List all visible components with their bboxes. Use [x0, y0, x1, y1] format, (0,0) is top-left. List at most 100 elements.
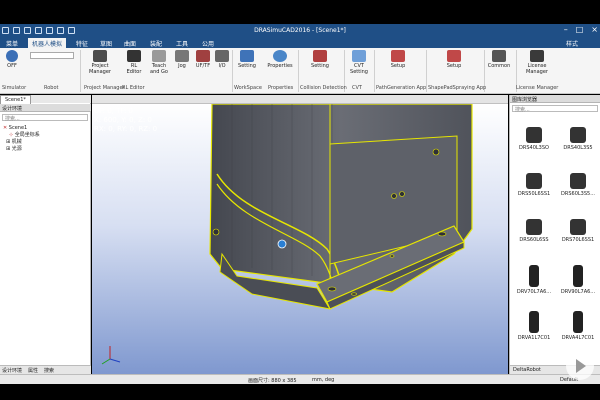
jog-button[interactable]: Jog — [174, 50, 190, 69]
title-bar: DRASimuCAD2016 - [Scene1*] – □ × — [0, 24, 600, 37]
library-item[interactable]: DRV90L7A6... — [556, 265, 600, 295]
common-icon — [492, 50, 506, 62]
vertical-robot-icon — [529, 311, 539, 333]
group-robot: Robot — [44, 85, 59, 91]
license-icon — [530, 50, 544, 62]
group-simulator: Simulator — [2, 85, 27, 91]
group-license-manager: License Manager — [516, 85, 559, 91]
library-item[interactable]: DRS40L3S5 — [556, 127, 600, 151]
properties-button[interactable]: Properties — [266, 50, 294, 69]
design-environment-panel: Scene1* 设计环境 搜索... ✕ Scene1 ⊹ 全局坐标系 ⊞ 机械… — [0, 95, 91, 374]
tab-design-environment[interactable]: 设计环境 — [2, 367, 22, 374]
io-button[interactable]: I/O — [215, 50, 229, 69]
rotation-readout: RX: 0, RY: 0, RZ: 0 — [94, 125, 158, 133]
left-panel-tabs: 设计环境 属性 搜索 — [0, 365, 91, 374]
group-collision-detection: Collision Detection — [300, 85, 347, 91]
ribbon-toolbar: OFF Project Manager RL Editor Teach and … — [0, 48, 600, 94]
library-item[interactable]: DRVA4L7C01 — [556, 311, 600, 341]
project-manager-button[interactable]: Project Manager — [86, 50, 114, 75]
teach-and-go-button[interactable]: Teach and Go — [148, 50, 170, 75]
library-browser-panel: 图库浏览器 搜索... DRS40L3SO DRS40L3S5 DRS50L6S… — [509, 95, 600, 374]
power-icon — [6, 50, 18, 62]
tree-item-light[interactable]: ⊞ 光源 — [3, 146, 40, 153]
robot-model-render — [101, 104, 473, 365]
status-canvas-size: 画面尺寸: 880 x 385 — [248, 378, 297, 384]
collision-setting-icon — [313, 50, 327, 62]
robot-select[interactable] — [30, 52, 74, 59]
play-icon — [576, 359, 586, 373]
cvt-setting-button[interactable]: CVT Setting — [348, 50, 370, 75]
style-menu[interactable]: 样式 — [566, 39, 578, 48]
teach-icon — [152, 50, 166, 62]
spray-setup-icon — [447, 50, 461, 62]
axis-triad — [101, 346, 121, 365]
jog-icon — [175, 50, 189, 62]
video-letterbox-bottom — [0, 384, 600, 400]
position-readout: X: 600, Y: 0, Z: 0 — [94, 116, 152, 124]
spray-setup-button[interactable]: Setup — [444, 50, 464, 69]
path-setup-icon — [391, 50, 405, 62]
ribbon-separator — [232, 50, 233, 92]
group-cvt: CVT — [352, 85, 362, 91]
tree-item-global-frame[interactable]: ⊹ 全局坐标系 — [3, 132, 40, 139]
library-item[interactable]: DRVA1L7C01 — [512, 311, 556, 341]
tree-search-input[interactable]: 搜索... — [2, 114, 88, 122]
cvt-icon — [352, 50, 366, 62]
library-item[interactable]: DRS40L3SO — [512, 127, 556, 151]
document-tab-strip: Scene1* — [0, 95, 91, 104]
close-icon[interactable]: × — [591, 25, 598, 35]
expand-icon: ⊞ — [6, 139, 11, 145]
collision-setting-button[interactable]: Setting — [308, 50, 332, 69]
minimize-icon[interactable]: – — [564, 25, 568, 35]
status-bar: 画面尺寸: 880 x 385 mm, deg Default — [0, 374, 600, 384]
project-manager-icon — [93, 50, 107, 62]
library-search-input[interactable]: 搜索... — [512, 105, 598, 113]
window-controls: – □ × — [564, 25, 598, 35]
library-item[interactable]: DRS50L6SS1 — [512, 173, 556, 197]
tab-scene1[interactable]: Scene1* — [0, 95, 31, 104]
scara-robot-icon — [570, 127, 586, 143]
group-properties: Properties — [268, 85, 294, 91]
maximize-icon[interactable]: □ — [576, 25, 584, 35]
tree-item-scene1[interactable]: ✕ Scene1 — [3, 125, 40, 132]
vertical-robot-icon — [573, 265, 583, 287]
vertical-robot-icon — [529, 265, 539, 287]
library-item[interactable]: DRV70L7A6... — [512, 265, 556, 295]
power-off-button[interactable]: OFF — [4, 50, 20, 69]
3d-viewport[interactable]: UF: 0, TF: 0 X: 600, Y: 0, Z: 0 RX: 0, R… — [92, 104, 508, 374]
viewport-tab-strip — [92, 95, 508, 104]
workspace-setting-button[interactable]: Setting — [236, 50, 258, 69]
license-manager-button[interactable]: License Manager — [522, 50, 552, 75]
robot-arm-icon: ✕ — [3, 125, 8, 131]
uf-tf-button[interactable]: UF/TF — [193, 50, 213, 69]
menu-bar: 菜单 机器人模拟 特征 草图 曲面 装配 工具 公用 样式 — [0, 37, 600, 49]
ribbon-separator — [374, 50, 375, 92]
library-item[interactable]: DRS60L3S5... — [556, 173, 600, 197]
scara-robot-icon — [570, 173, 586, 189]
common-button[interactable]: Common — [486, 50, 512, 69]
library-item[interactable]: DRS70L6SS1 — [556, 219, 600, 243]
group-path-generation: PathGeneration App — [376, 85, 427, 91]
tab-properties[interactable]: 属性 — [28, 367, 38, 374]
axis-icon: ⊹ — [9, 132, 14, 138]
workspace-setting-icon — [240, 50, 254, 62]
status-units: mm, deg — [312, 377, 335, 383]
window-title: DRASimuCAD2016 - [Scene1*] — [254, 27, 346, 34]
scara-robot-icon — [526, 219, 542, 235]
tab-search[interactable]: 搜索 — [44, 367, 54, 374]
path-setup-button[interactable]: Setup — [388, 50, 408, 69]
library-header: 图库浏览器 — [510, 95, 600, 103]
video-play-button[interactable] — [566, 352, 594, 380]
scara-robot-icon — [526, 173, 542, 189]
group-rl-editor: RL Editor — [122, 85, 145, 91]
group-workspace: WorkSpace — [234, 85, 262, 91]
library-item[interactable]: DRS60L6SS — [512, 219, 556, 243]
tree-item-machine[interactable]: ⊞ 机械 — [3, 139, 40, 146]
gear-icon — [273, 50, 287, 62]
rl-editor-icon — [127, 50, 141, 62]
rl-editor-button[interactable]: RL Editor — [124, 50, 144, 75]
scara-robot-icon — [526, 127, 542, 143]
frame-readout: UF: 0, TF: 0 — [94, 107, 133, 115]
expand-icon: ⊞ — [6, 146, 11, 152]
scene-tree: ✕ Scene1 ⊹ 全局坐标系 ⊞ 机械 ⊞ 光源 — [3, 125, 40, 153]
